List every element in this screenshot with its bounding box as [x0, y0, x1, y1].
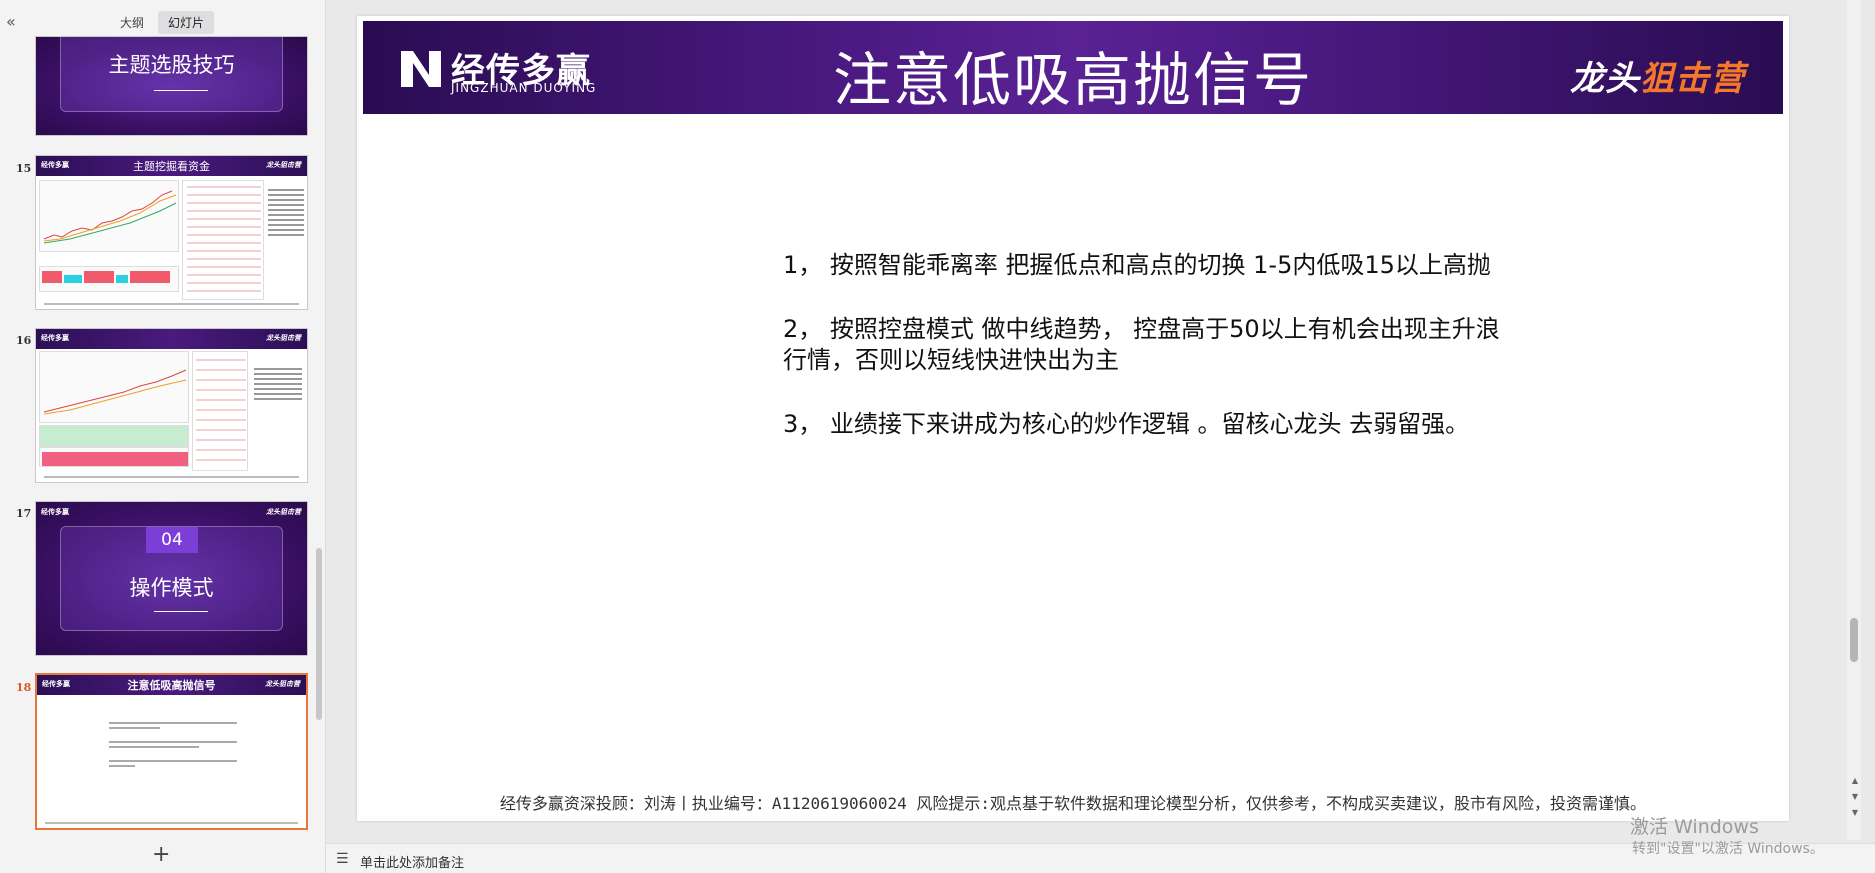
- thumb-brand: 龙头狙击营: [265, 680, 300, 688]
- tab-outline[interactable]: 大纲: [110, 11, 154, 34]
- add-slide-button[interactable]: +: [152, 842, 170, 867]
- slide-thumbnail-14[interactable]: 主题选股技巧: [35, 36, 308, 136]
- thumb-candles-graphic: [43, 190, 177, 244]
- thumb-note-text: [268, 186, 304, 239]
- slide-thumbnail-16[interactable]: 经传多赢 龙头狙击营: [35, 328, 308, 483]
- slide-body-textbox[interactable]: 1， 按照智能乖离率 把握低点和高点的切换 1-5内低吸15以上高抛 2， 按照…: [783, 250, 1503, 473]
- thumb-header: 经传多赢 龙头狙击营: [36, 329, 307, 349]
- bullet-point: 1， 按照智能乖离率 把握低点和高点的切换 1-5内低吸15以上高抛: [783, 251, 1491, 279]
- scroll-down-icon[interactable]: ▼: [1852, 792, 1858, 801]
- slide-thumbnail-panel: « 大纲 幻灯片 主题选股技巧 15 经传多赢 主题挖掘看资金 龙头狙击营 16…: [0, 0, 326, 873]
- brand-part: 龙头: [1570, 59, 1640, 99]
- notes-placeholder[interactable]: 单击此处添加备注: [360, 852, 464, 871]
- thumb-body-text: [109, 719, 237, 770]
- thumb-data-table: [182, 180, 264, 300]
- activation-watermark: 激活 Windows: [1630, 816, 1759, 838]
- thumb-logo: 经传多赢: [41, 334, 69, 342]
- collapse-panel-icon[interactable]: «: [6, 12, 16, 31]
- tab-slides[interactable]: 幻灯片: [158, 11, 215, 34]
- thumb-brand: 龙头狙击营: [266, 334, 301, 342]
- thumb-brand: 龙头狙击营: [266, 161, 301, 169]
- slide-header-banner: 经传多赢 JINGZHUAN DUOYING 注意低吸高抛信号 龙头狙击营: [363, 21, 1783, 114]
- next-page-icon[interactable]: ▼: [1852, 808, 1858, 817]
- thumb-price-chart: [39, 351, 189, 423]
- thumb-bars-graphic: [42, 452, 188, 466]
- thumb-price-chart: [39, 180, 179, 252]
- thumb-header: 经传多赢 注意低吸高抛信号 龙头狙击营: [37, 675, 306, 695]
- brand-accent: 狙击营: [1640, 59, 1745, 99]
- current-slide[interactable]: 经传多赢 JINGZHUAN DUOYING 注意低吸高抛信号 龙头狙击营 1，…: [357, 16, 1789, 821]
- thumb-volume-chart: [39, 447, 189, 467]
- thumb-logo: 经传多赢: [41, 508, 69, 516]
- editor-vertical-scrollbar[interactable]: ▲ ▼ ▼: [1847, 0, 1861, 840]
- thumb-footer: [44, 476, 299, 478]
- slide-thumbnail-15[interactable]: 经传多赢 主题挖掘看资金 龙头狙击营: [35, 155, 308, 310]
- thumb-table-graphic: [187, 186, 261, 292]
- slide-number: 16: [16, 334, 32, 347]
- thumb-footer: [44, 303, 299, 305]
- thumb-title: 主题选股技巧: [108, 53, 235, 77]
- thumb-title: 操作模式: [129, 576, 214, 600]
- thumb-bars-graphic: [42, 271, 170, 283]
- slide-number: 17: [16, 507, 32, 520]
- thumb-divider: [154, 90, 208, 91]
- thumb-data-table: [192, 351, 248, 471]
- slide-footer-disclaimer: 经传多赢资深投顾：刘涛丨执业编号：A1120619060024 风险提示:观点基…: [499, 794, 1647, 813]
- thumb-table-graphic: [196, 359, 246, 461]
- bullet-point: 3， 业绩接下来讲成为核心的炒作逻辑 。留核心龙头 去弱留强。: [783, 410, 1470, 438]
- thumb-indicator-chart: [39, 266, 179, 292]
- thumb-header: 经传多赢 主题挖掘看资金 龙头狙击营: [36, 156, 307, 176]
- slide-thumbnail-17[interactable]: 经传多赢 龙头狙击营 04 操作模式: [35, 501, 308, 656]
- notes-icon: ☰: [336, 851, 349, 867]
- thumb-brand: 龙头狙击营: [266, 508, 301, 516]
- activation-watermark-sub: 转到"设置"以激活 Windows。: [1632, 841, 1824, 857]
- thumb-footer: [45, 822, 298, 824]
- slide-thumbnail-18[interactable]: 经传多赢 注意低吸高抛信号 龙头狙击营: [35, 673, 308, 830]
- thumb-section-badge: 04: [146, 527, 198, 553]
- brand-logo: 龙头狙击营: [1570, 51, 1745, 100]
- thumb-indicator-chart: [39, 425, 189, 447]
- thumbnail-scrollbar[interactable]: [316, 548, 322, 720]
- slide-number: 18: [16, 681, 32, 694]
- view-tabs: 大纲 幻灯片: [110, 11, 215, 34]
- thumb-divider: [154, 611, 208, 612]
- scroll-up-icon[interactable]: ▲: [1852, 776, 1858, 785]
- slide-editor: 经传多赢 JINGZHUAN DUOYING 注意低吸高抛信号 龙头狙击营 1，…: [326, 0, 1861, 840]
- slide-number: 15: [16, 162, 32, 175]
- thumb-note-text: [254, 365, 302, 403]
- thumb-candles-graphic: [43, 369, 187, 415]
- scrollbar-thumb[interactable]: [1850, 618, 1858, 662]
- bullet-point: 2， 按照控盘模式 做中线趋势， 控盘高于50以上有机会出现主升浪行情，否则以短…: [783, 315, 1500, 374]
